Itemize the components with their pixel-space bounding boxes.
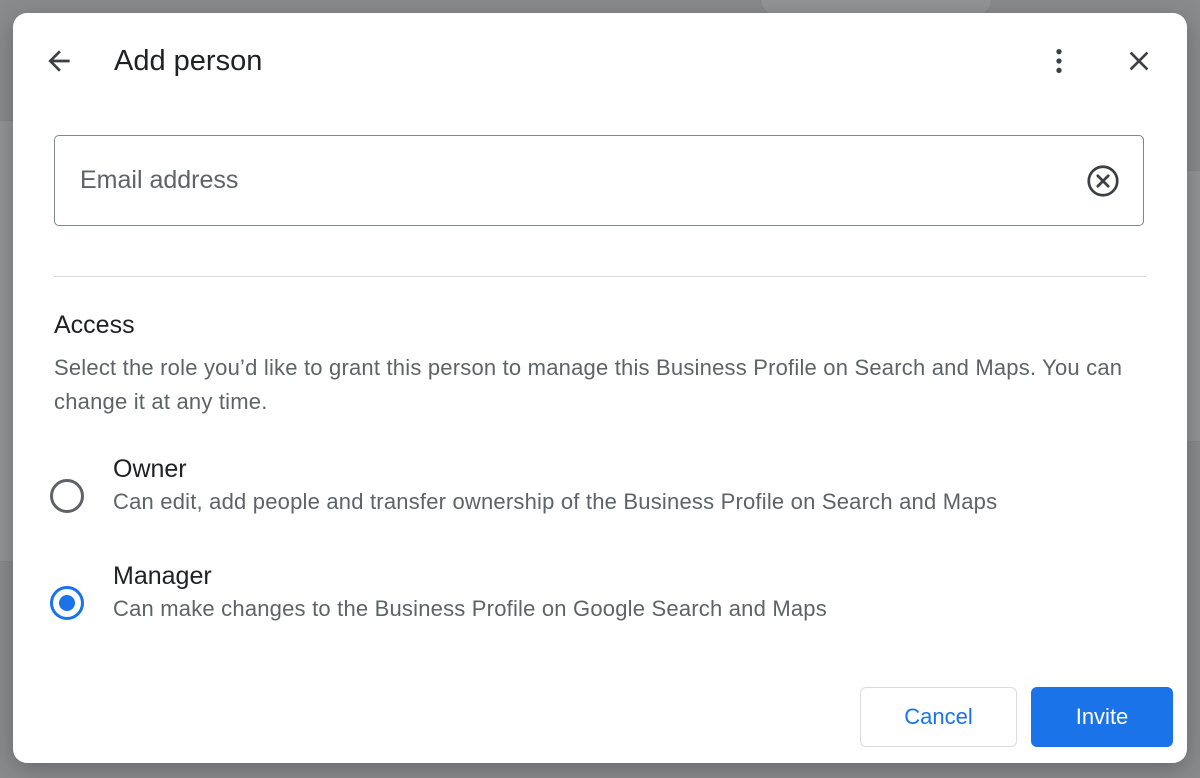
close-icon xyxy=(1129,51,1149,71)
role-option-owner[interactable]: Owner Can edit, add people and transfer … xyxy=(43,455,1143,549)
cancel-circle-icon xyxy=(1087,165,1119,197)
role-title-manager: Manager xyxy=(113,562,212,590)
background-card xyxy=(1186,170,1200,442)
email-field-container xyxy=(54,135,1144,226)
role-description-owner: Can edit, add people and transfer owners… xyxy=(113,489,998,514)
manager-radio[interactable] xyxy=(50,586,84,620)
access-description: Select the role you’d like to grant this… xyxy=(54,355,1123,414)
arrow-back-icon xyxy=(48,50,70,72)
clear-email-button[interactable] xyxy=(1082,160,1124,202)
role-option-manager[interactable]: Manager Can make changes to the Business… xyxy=(43,562,1143,656)
access-heading: Access xyxy=(54,311,135,339)
more-vert-icon xyxy=(1056,49,1062,73)
dialog-title: Add person xyxy=(114,45,263,77)
back-button[interactable] xyxy=(39,41,79,81)
role-description-manager: Can make changes to the Business Profile… xyxy=(113,596,827,621)
more-options-button[interactable] xyxy=(1039,41,1079,81)
role-title-owner: Owner xyxy=(113,455,187,483)
close-button[interactable] xyxy=(1119,41,1159,81)
invite-button[interactable]: Invite xyxy=(1031,687,1173,747)
add-person-dialog: Add person Access Select the role you’d … xyxy=(13,13,1187,763)
email-field[interactable] xyxy=(80,136,1060,224)
cancel-button[interactable]: Cancel xyxy=(860,687,1017,747)
owner-radio[interactable] xyxy=(50,479,84,513)
divider xyxy=(54,276,1146,277)
